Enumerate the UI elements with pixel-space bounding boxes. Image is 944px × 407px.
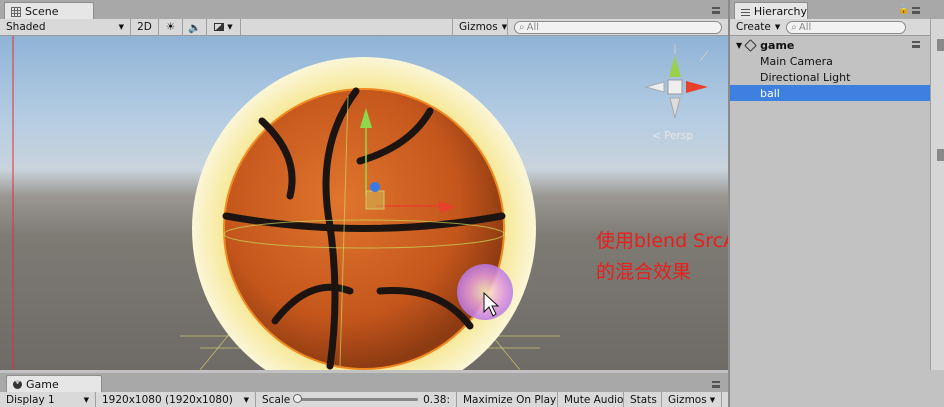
mute-audio-toggle[interactable]: Mute Audio <box>558 392 624 407</box>
list-item[interactable]: Main Camera <box>730 53 930 69</box>
tab-hierarchy-label: Hierarchy <box>753 5 807 18</box>
bottom-right-panel <box>730 370 944 407</box>
resolution-label: 1920x1080 (1920x1080) <box>102 393 233 406</box>
game-panel-menu-icon[interactable] <box>712 381 720 388</box>
persp-label[interactable]: < Persp <box>652 130 693 142</box>
expand-arrow-icon: ▼ <box>736 40 743 50</box>
tab-game-label: Game <box>26 378 59 391</box>
create-dropdown[interactable]: Create ▼ <box>730 19 786 35</box>
maximize-label: Maximize On Play <box>463 393 557 406</box>
draw-mode-label: Shaded <box>6 21 46 33</box>
scene-gizmos-label: Gizmos <box>459 21 498 33</box>
annotation-text: 使用blend SrcAlpha One后 的混合效果 <box>596 226 728 288</box>
resolution-dropdown[interactable]: 1920x1080 (1920x1080) ▼ <box>96 392 256 407</box>
tab-scene-label: Scene <box>25 5 59 18</box>
lock-icon[interactable]: 🔒 <box>898 5 909 15</box>
gizmo-plane-handle <box>365 190 385 210</box>
pacman-icon <box>13 380 22 389</box>
2d-toggle-label: 2D <box>137 21 152 33</box>
search-icon: ⌕ <box>519 21 525 33</box>
speaker-icon: 🔈 <box>187 21 202 34</box>
scale-control: Scale 0.38: <box>256 392 457 407</box>
hierarchy-panel-menu-icon[interactable] <box>912 7 920 14</box>
2d-toggle-button[interactable]: 2D <box>131 19 159 35</box>
stats-label: Stats <box>630 393 657 406</box>
gizmo-center-dot <box>370 182 380 192</box>
effects-dropdown[interactable]: ▼ <box>207 19 241 35</box>
scene-render <box>12 36 709 370</box>
lighting-toggle-button[interactable]: ☀ <box>159 19 183 35</box>
orientation-gizmo <box>644 44 709 119</box>
persp-label-text: Persp <box>664 130 694 142</box>
unity-logo-icon <box>744 38 758 52</box>
scene-viewport[interactable]: < Persp 使用blend SrcAlpha One后 的混合效果 <box>0 36 728 370</box>
draw-mode-dropdown[interactable]: Shaded ▼ <box>0 19 131 35</box>
list-icon <box>741 7 750 16</box>
scene-panel-menu-icon[interactable] <box>712 7 720 14</box>
scale-label: Scale <box>262 393 291 406</box>
scene-root-row[interactable]: ▼ game <box>730 37 930 53</box>
tab-scene[interactable]: Scene <box>4 2 94 20</box>
list-item[interactable]: Directional Light <box>730 69 930 85</box>
chevron-down-icon: ▼ <box>243 395 249 404</box>
display-label: Display 1 <box>6 393 55 406</box>
tab-hierarchy[interactable]: Hierarchy <box>734 2 808 20</box>
maximize-on-play-toggle[interactable]: Maximize On Play <box>457 392 558 407</box>
annotation-line-2: 的混合效果 <box>596 261 692 283</box>
hierarchy-search-input[interactable]: ⌕ All <box>786 20 907 34</box>
scene-gizmos-dropdown[interactable]: Gizmos ▼ <box>452 19 508 35</box>
scale-slider-handle[interactable] <box>293 394 303 403</box>
chevron-down-icon: ▼ <box>709 395 716 404</box>
game-toolbar: Display 1 ▼ 1920x1080 (1920x1080) ▼ Scal… <box>0 392 728 407</box>
grid-icon <box>11 6 21 17</box>
game-gizmos-dropdown[interactable]: Gizmos ▼ <box>662 392 722 407</box>
scale-slider[interactable] <box>293 394 419 403</box>
game-tab-bar <box>0 373 728 392</box>
scroll-marker <box>937 39 944 51</box>
scene-search-input[interactable]: ⌕ All <box>514 20 722 34</box>
scene-search-placeholder: All <box>526 21 540 33</box>
chevron-down-icon: ▼ <box>501 23 508 31</box>
tab-game[interactable]: Game <box>6 375 102 393</box>
scene-name: game <box>760 38 795 52</box>
list-item-label: Main Camera <box>760 54 833 68</box>
sun-icon: ☀ <box>165 21 176 33</box>
list-item-label: Directional Light <box>760 70 851 84</box>
hierarchy-scrollbar[interactable] <box>930 19 944 370</box>
hierarchy-search-placeholder: All <box>798 21 812 33</box>
chevron-down-icon: ▼ <box>774 23 781 31</box>
chevron-down-icon: ▼ <box>118 23 124 31</box>
audio-toggle-button[interactable]: 🔈 <box>183 19 207 35</box>
annotation-line-1: 使用blend SrcAlpha One后 <box>596 230 728 252</box>
mute-label: Mute Audio <box>564 393 624 406</box>
stats-toggle[interactable]: Stats <box>624 392 662 407</box>
image-icon <box>214 23 225 31</box>
chevron-down-icon: ▼ <box>83 395 89 404</box>
list-item-selected[interactable]: ball <box>730 85 930 101</box>
scroll-marker <box>937 149 944 161</box>
scene-row-menu-icon[interactable] <box>912 41 920 48</box>
scene-toolbar: Shaded ▼ 2D ☀ 🔈 ▼ Gizmos ▼ ⌕ All <box>0 19 728 36</box>
search-icon: ⌕ <box>791 21 797 33</box>
scene-tab-bar <box>0 0 728 19</box>
display-dropdown[interactable]: Display 1 ▼ <box>0 392 96 407</box>
game-gizmos-label: Gizmos <box>668 393 707 406</box>
chevron-down-icon: ▼ <box>227 23 233 31</box>
hierarchy-toolbar: Create ▼ ⌕ All <box>730 19 930 36</box>
create-label: Create <box>736 21 771 33</box>
scale-value: 0.38: <box>423 393 450 406</box>
list-item-label: ball <box>760 86 780 100</box>
